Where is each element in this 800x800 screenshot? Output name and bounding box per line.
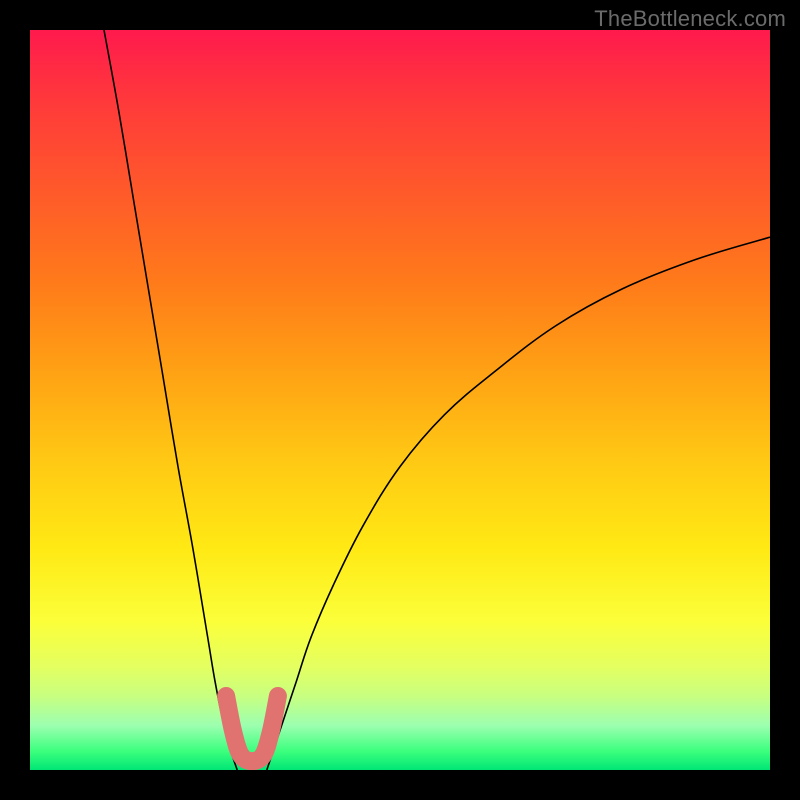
chart-frame: TheBottleneck.com (0, 0, 800, 800)
left-curve (104, 30, 237, 770)
right-curve (267, 237, 770, 770)
plot-area (30, 30, 770, 770)
curves-svg (30, 30, 770, 770)
watermark-text: TheBottleneck.com (594, 6, 786, 32)
highlight-stub (226, 696, 278, 761)
